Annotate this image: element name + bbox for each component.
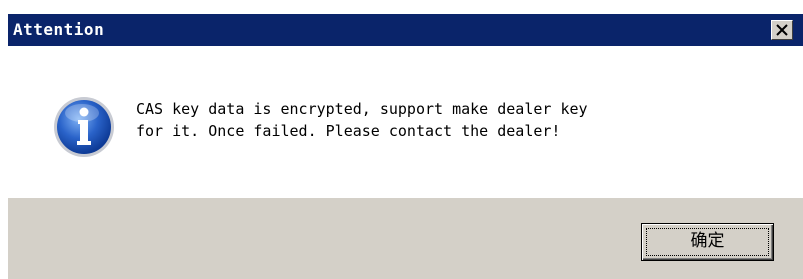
- window-title: Attention: [13, 20, 105, 39]
- alert-dialog: Attention CAS key data is encrypted, sup…: [8, 14, 803, 279]
- ok-button-label: 确定: [690, 231, 725, 251]
- message-line-1: CAS key data is encrypted, support make …: [136, 100, 588, 118]
- ok-button[interactable]: 确定: [641, 223, 774, 261]
- message-area: CAS key data is encrypted, support make …: [8, 46, 803, 198]
- close-button[interactable]: [771, 20, 793, 40]
- title-bar[interactable]: Attention: [8, 14, 803, 46]
- message-text: CAS key data is encrypted, support make …: [136, 98, 786, 142]
- info-icon: [54, 97, 114, 157]
- close-icon: [776, 24, 788, 36]
- message-line-2: for it. Once failed. Please contact the …: [136, 122, 561, 140]
- button-bar: 确定: [8, 198, 803, 279]
